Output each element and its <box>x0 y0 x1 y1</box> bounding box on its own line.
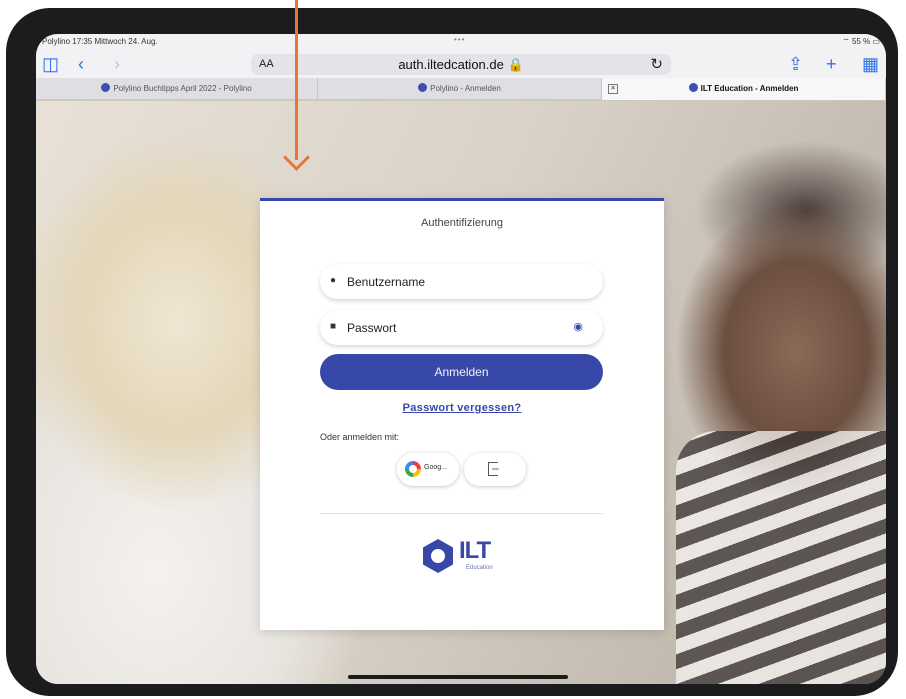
tab-label: Polylino Buchtipps April 2022 - Polylino <box>113 84 252 93</box>
user-icon: ● <box>330 275 337 286</box>
divider <box>320 513 603 514</box>
ipad-frame: Polylino 17:35 Mittwoch 24. Aug. ••• ⌔ 5… <box>6 8 898 696</box>
alt-login-label: Oder anmelden mit: <box>320 432 400 442</box>
ilt-logo: ILT Education <box>423 537 503 577</box>
eye-icon[interactable]: ◉ <box>573 320 583 333</box>
sidebar-icon[interactable]: ◫ <box>42 53 59 75</box>
tab-ilt-education[interactable]: × ILT Education - Anmelden <box>602 78 886 100</box>
google-icon <box>405 461 421 477</box>
logo-sub: Education <box>466 565 493 571</box>
browser-toolbar: ◫ ‹ › AA auth.iltedcation.de 🔒 ↻ ⇪ + ▦ <box>36 50 886 78</box>
tab-overview-icon[interactable]: ▦ <box>862 53 879 75</box>
address-bar[interactable]: AA auth.iltedcation.de 🔒 ↻ <box>251 54 671 75</box>
microsoft-edu-login-button[interactable] <box>464 453 526 486</box>
tab-favicon <box>101 83 111 92</box>
lock-icon: ■ <box>330 321 337 332</box>
password-field[interactable]: ■ Passwort ◉ <box>320 310 603 345</box>
forgot-password-link[interactable]: Passwort vergessen? <box>260 402 664 414</box>
password-value: Passwort <box>347 321 397 335</box>
tab-polylino-buchtipps[interactable]: Polylino Buchtipps April 2022 - Polylino <box>36 78 318 100</box>
login-card: Authentifizierung ● Benutzername ■ Passw… <box>260 198 664 630</box>
tab-favicon <box>688 83 698 92</box>
tab-label: ILT Education - Anmelden <box>700 84 799 93</box>
google-login-button[interactable]: Goog... <box>397 453 459 486</box>
status-time: Polylino 17:35 Mittwoch 24. Aug. <box>42 37 158 46</box>
username-value: Benutzername <box>347 275 426 289</box>
close-tab-icon[interactable]: × <box>608 84 618 94</box>
status-bar: Polylino 17:35 Mittwoch 24. Aug. ••• ⌔ 5… <box>36 34 886 50</box>
home-indicator[interactable] <box>348 675 568 679</box>
username-field[interactable]: ● Benutzername <box>320 264 603 299</box>
tab-favicon <box>418 83 428 92</box>
annotation-arrow-line <box>295 0 298 160</box>
reload-icon[interactable]: ↻ <box>650 55 663 73</box>
multitask-dots[interactable]: ••• <box>454 35 465 44</box>
url-text: auth.iltedcation.de 🔒 <box>398 57 524 72</box>
login-button[interactable]: Anmelden <box>320 354 603 390</box>
google-label: Goog... <box>424 464 447 471</box>
login-title: Authentifizierung <box>421 217 503 229</box>
tab-label: Polylino - Anmelden <box>430 84 501 93</box>
ilt-cube-icon <box>423 539 453 573</box>
tab-bar: Polylino Buchtipps April 2022 - Polylino… <box>36 78 886 100</box>
photo-striped-shirt <box>676 431 886 684</box>
forward-icon[interactable]: › <box>114 53 120 75</box>
battery-status: ⌔ 55 % ▭ <box>842 37 880 46</box>
logo-name: ILT <box>459 537 491 564</box>
microsoft-edu-icon <box>488 462 499 476</box>
back-icon[interactable]: ‹ <box>78 53 84 75</box>
share-icon[interactable]: ⇪ <box>788 53 803 75</box>
new-tab-icon[interactable]: + <box>826 53 837 75</box>
tab-polylino-anmelden[interactable]: Polylino - Anmelden <box>318 78 602 100</box>
screen: Polylino 17:35 Mittwoch 24. Aug. ••• ⌔ 5… <box>36 34 886 684</box>
